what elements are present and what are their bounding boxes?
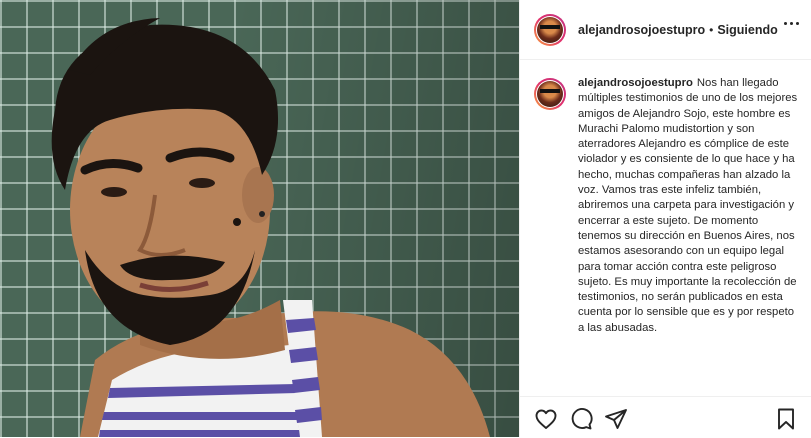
caption-username[interactable]: alejandrosojoestupro xyxy=(578,77,693,89)
comment-icon[interactable] xyxy=(569,407,593,431)
caption-body: alejandrosojoestupro Nos han llegado múlt… xyxy=(578,76,798,336)
post-header: alejandrosojoestupro • Siguiendo xyxy=(520,0,811,60)
profile-avatar[interactable] xyxy=(534,13,566,46)
share-icon[interactable] xyxy=(604,407,628,431)
more-options-icon[interactable] xyxy=(784,22,799,25)
person-selfie-illustration xyxy=(51,18,490,437)
header-username[interactable]: alejandrosojoestupro xyxy=(578,23,705,37)
caption-avatar[interactable] xyxy=(534,78,566,110)
following-button[interactable]: Siguiendo xyxy=(717,23,777,37)
post-actions-bar xyxy=(520,396,811,438)
header-separator: • xyxy=(709,22,714,37)
instagram-post-window: alejandrosojoestupro • Siguiendo alejand… xyxy=(0,0,811,437)
caption-text: Nos han llegado múltiples testimonios de… xyxy=(578,77,798,334)
post-caption: alejandrosojoestupro Nos han llegado múlt… xyxy=(534,76,798,336)
bookmark-icon[interactable] xyxy=(774,407,798,431)
post-photo[interactable] xyxy=(0,0,519,437)
post-side-panel: alejandrosojoestupro • Siguiendo alejand… xyxy=(519,0,811,437)
heart-icon[interactable] xyxy=(534,407,558,431)
avatar-image xyxy=(537,16,563,43)
